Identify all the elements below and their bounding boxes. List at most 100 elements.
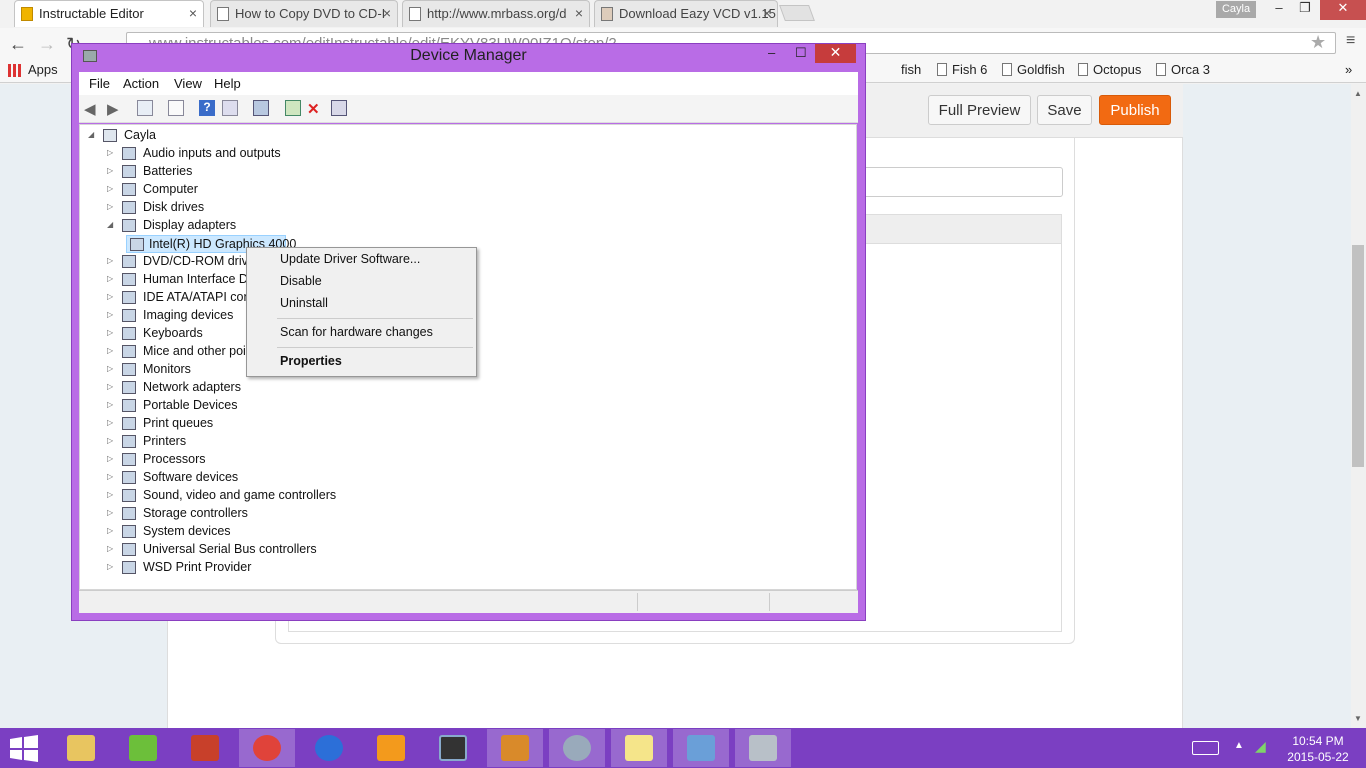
collapse-icon[interactable]: ◢ bbox=[88, 130, 96, 139]
tab-eazy-vcd[interactable]: Download Eazy VCD v1.15 × bbox=[594, 0, 778, 27]
forward-arrow-icon[interactable]: ▶ bbox=[107, 100, 123, 118]
back-icon[interactable]: ← bbox=[9, 34, 27, 55]
bookmark-apps[interactable]: Apps bbox=[13, 62, 58, 77]
profile-button[interactable]: Cayla bbox=[1216, 1, 1256, 18]
scroll-down-icon[interactable]: ▼ bbox=[1354, 714, 1362, 723]
expand-icon[interactable]: ▷ bbox=[107, 436, 115, 445]
taskbar-control-panel[interactable] bbox=[673, 729, 729, 767]
expand-icon[interactable]: ▷ bbox=[107, 328, 115, 337]
dm-maximize-icon[interactable]: ☐ bbox=[795, 45, 807, 61]
expand-icon[interactable]: ▷ bbox=[107, 454, 115, 463]
page-icon bbox=[937, 63, 947, 76]
collapse-icon[interactable]: ◢ bbox=[107, 220, 115, 229]
menu-action[interactable]: Action bbox=[123, 76, 159, 91]
save-button[interactable]: Save bbox=[1037, 95, 1092, 125]
expand-icon[interactable]: ▷ bbox=[107, 490, 115, 499]
close-tab-icon[interactable]: × bbox=[763, 5, 771, 21]
publish-button[interactable]: Publish bbox=[1099, 95, 1171, 125]
taskbar-wondershare[interactable] bbox=[115, 729, 171, 767]
properties-icon[interactable] bbox=[168, 100, 184, 116]
network-icon[interactable]: ◢ bbox=[1255, 738, 1266, 755]
expand-icon[interactable]: ▷ bbox=[107, 364, 115, 373]
expand-icon[interactable]: ▷ bbox=[107, 472, 115, 481]
close-tab-icon[interactable]: × bbox=[383, 5, 391, 21]
dm-close-icon[interactable]: ✕ bbox=[815, 44, 856, 63]
expand-icon[interactable]: ▷ bbox=[107, 562, 115, 571]
bookmark-goldfish[interactable]: Goldfish bbox=[1002, 62, 1065, 77]
expand-icon[interactable]: ▷ bbox=[107, 166, 115, 175]
bookmark-octopus[interactable]: Octopus bbox=[1078, 62, 1141, 77]
menu-uninstall[interactable]: Uninstall bbox=[280, 296, 328, 310]
uninstall-icon[interactable]: ✕ bbox=[307, 100, 323, 118]
app-icon bbox=[315, 735, 343, 761]
taskbar-app-5[interactable] bbox=[301, 729, 357, 767]
expand-icon[interactable]: ▷ bbox=[107, 184, 115, 193]
taskbar-sticky-notes[interactable] bbox=[611, 729, 667, 767]
close-tab-icon[interactable]: × bbox=[189, 5, 197, 21]
tree-label: Human Interface De bbox=[143, 272, 255, 286]
chrome-menu-icon[interactable]: ≡ bbox=[1346, 32, 1355, 50]
help-icon[interactable]: ? bbox=[199, 100, 215, 116]
bookmark-fish-6[interactable]: Fish 6 bbox=[937, 62, 987, 77]
expand-icon[interactable]: ▷ bbox=[107, 382, 115, 391]
forward-icon[interactable]: → bbox=[38, 34, 56, 55]
system-clock[interactable]: 10:54 PM 2015-05-22 bbox=[1283, 733, 1353, 765]
bookmark-star-icon[interactable]: ★ bbox=[1310, 32, 1326, 53]
close-window-icon[interactable]: ✕ bbox=[1320, 0, 1366, 20]
show-hide-tree-icon[interactable] bbox=[137, 100, 153, 116]
tab-mrbass[interactable]: http://www.mrbass.org/d × bbox=[402, 0, 590, 27]
expand-icon[interactable]: ▷ bbox=[107, 256, 115, 265]
new-tab-button[interactable] bbox=[779, 5, 815, 21]
view-icon[interactable] bbox=[222, 100, 238, 116]
expand-icon[interactable]: ▷ bbox=[107, 310, 115, 319]
menu-scan-hardware[interactable]: Scan for hardware changes bbox=[280, 325, 433, 339]
menu-update-driver[interactable]: Update Driver Software... bbox=[280, 252, 420, 266]
back-arrow-icon[interactable]: ◀ bbox=[84, 100, 100, 118]
menu-disable[interactable]: Disable bbox=[280, 274, 322, 288]
windows-logo-icon bbox=[10, 735, 38, 762]
bookmark-fish[interactable]: fish bbox=[886, 62, 921, 77]
taskbar-file-explorer[interactable] bbox=[53, 729, 109, 767]
show-hidden-icons-icon[interactable]: ▲ bbox=[1234, 740, 1244, 751]
start-button[interactable] bbox=[10, 735, 39, 762]
tab-instructable-editor[interactable]: Instructable Editor × bbox=[14, 0, 204, 27]
tab-copy-dvd[interactable]: How to Copy DVD to CD-I × bbox=[210, 0, 398, 27]
expand-icon[interactable]: ▷ bbox=[107, 274, 115, 283]
scroll-thumb[interactable] bbox=[1352, 245, 1364, 467]
dm-minimize-icon[interactable]: – bbox=[768, 45, 775, 60]
close-tab-icon[interactable]: × bbox=[575, 5, 583, 21]
expand-icon[interactable]: ▷ bbox=[107, 346, 115, 355]
expand-icon[interactable]: ▷ bbox=[107, 526, 115, 535]
maximize-icon[interactable]: ❐ bbox=[1288, 0, 1322, 20]
menu-view[interactable]: View bbox=[174, 76, 202, 91]
scan-hardware-icon[interactable] bbox=[253, 100, 269, 116]
keyboard-icon[interactable] bbox=[1192, 741, 1219, 755]
expand-icon[interactable]: ▷ bbox=[107, 292, 115, 301]
enable-device-icon[interactable] bbox=[331, 100, 347, 116]
bookmarks-overflow[interactable]: » bbox=[1330, 62, 1352, 77]
taskbar-app-8[interactable] bbox=[487, 729, 543, 767]
menu-file[interactable]: File bbox=[89, 76, 110, 91]
expand-icon[interactable]: ▷ bbox=[107, 418, 115, 427]
scroll-up-icon[interactable]: ▲ bbox=[1354, 89, 1362, 98]
menu-properties[interactable]: Properties bbox=[280, 354, 342, 368]
expand-icon[interactable]: ▷ bbox=[107, 508, 115, 517]
page-icon bbox=[1002, 63, 1012, 76]
taskbar-device-manager[interactable] bbox=[735, 729, 791, 767]
dm-menu-bar: File Action View Help bbox=[79, 72, 858, 95]
taskbar-chrome[interactable] bbox=[239, 729, 295, 767]
full-preview-button[interactable]: Full Preview bbox=[928, 95, 1031, 125]
bookmark-orca-3[interactable]: Orca 3 bbox=[1156, 62, 1210, 77]
update-driver-icon[interactable] bbox=[285, 100, 301, 116]
taskbar-app-3[interactable] bbox=[177, 729, 233, 767]
expand-icon[interactable]: ▷ bbox=[107, 544, 115, 553]
expand-icon[interactable]: ▷ bbox=[107, 148, 115, 157]
menu-help[interactable]: Help bbox=[214, 76, 241, 91]
w-app-icon bbox=[129, 735, 157, 761]
taskbar-paint[interactable] bbox=[549, 729, 605, 767]
expand-icon[interactable]: ▷ bbox=[107, 202, 115, 211]
taskbar-media-player[interactable] bbox=[363, 729, 419, 767]
tree-root[interactable]: ◢ Cayla bbox=[88, 127, 288, 145]
expand-icon[interactable]: ▷ bbox=[107, 400, 115, 409]
taskbar-video-app[interactable] bbox=[425, 729, 481, 767]
